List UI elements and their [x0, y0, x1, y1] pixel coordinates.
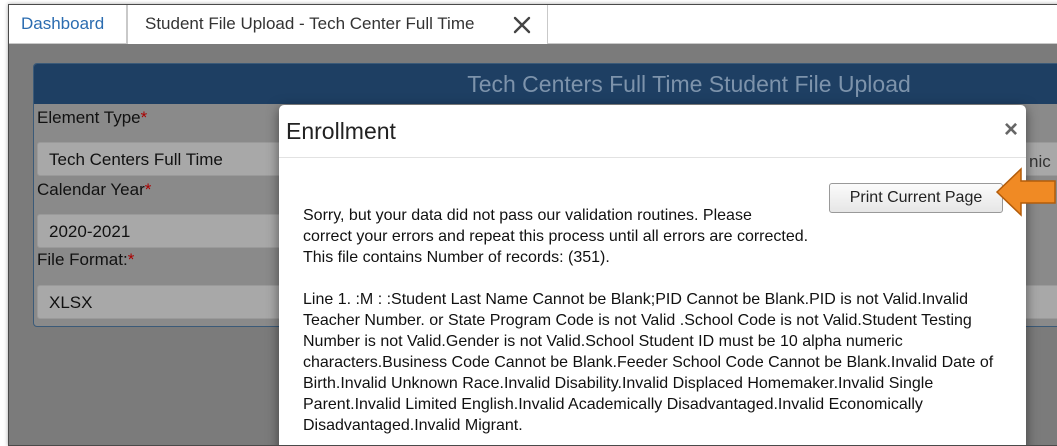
panel-title: Tech Centers Full Time Student File Uplo… — [34, 64, 1057, 104]
file-format-label: File Format:* — [37, 250, 135, 269]
calendar-year-label: Calendar Year* — [37, 180, 152, 199]
element-type-label: Element Type* — [37, 108, 148, 127]
element-type-select[interactable]: Tech Centers Full Time — [37, 142, 297, 176]
enrollment-modal: Enrollment × Print Current Page Sorry, b… — [279, 105, 1026, 445]
browser-frame: Dashboard Student File Upload - Tech Cen… — [8, 4, 1057, 446]
calendar-year-select[interactable]: 2020-2021 — [37, 214, 297, 248]
close-icon[interactable] — [511, 14, 533, 36]
modal-header: Enrollment × — [279, 105, 1026, 158]
tab-bar: Dashboard Student File Upload - Tech Cen… — [9, 5, 1057, 44]
message-line: This file contains Number of records: (3… — [303, 249, 610, 266]
error-details: Line 1. :M : :Student Last Name Cannot b… — [303, 291, 994, 434]
tab-dashboard[interactable]: Dashboard — [9, 5, 127, 43]
tab-student-file-upload[interactable]: Student File Upload - Tech Center Full T… — [127, 5, 548, 44]
file-format-select[interactable]: XLSX — [37, 285, 297, 319]
validation-message: Sorry, but your data did not pass our va… — [303, 205, 1003, 436]
tab-dashboard-label: Dashboard — [21, 14, 105, 33]
tab-active-label: Student File Upload - Tech Center Full T… — [145, 14, 475, 33]
arrow-left-icon — [995, 167, 1056, 217]
message-line: correct your errors and repeat this proc… — [303, 228, 809, 245]
message-line: Sorry, but your data did not pass our va… — [303, 207, 752, 224]
close-icon[interactable]: × — [1004, 118, 1018, 142]
modal-title: Enrollment — [286, 118, 396, 144]
